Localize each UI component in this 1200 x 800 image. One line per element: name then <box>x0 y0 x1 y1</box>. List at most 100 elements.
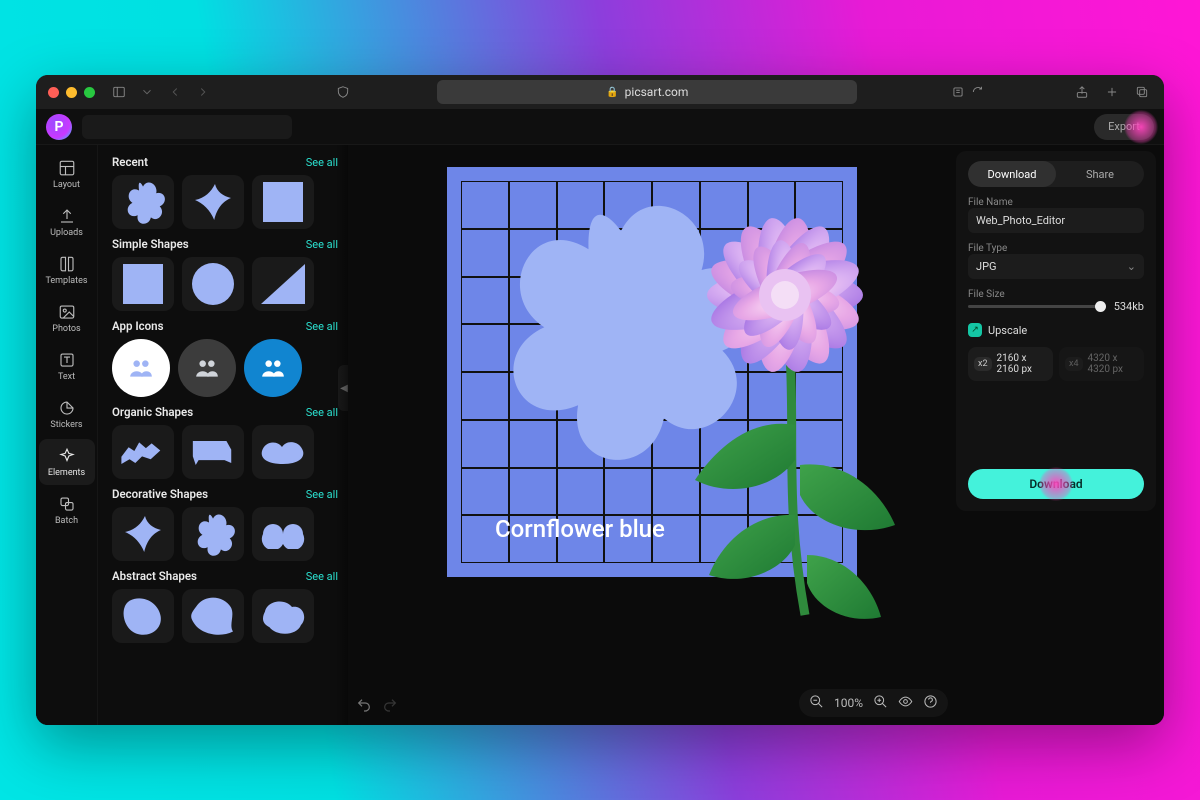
window-controls <box>48 87 95 98</box>
preview-button[interactable] <box>898 694 913 712</box>
upscale-mult: x2 <box>974 357 992 371</box>
zoom-in-button[interactable] <box>873 694 888 712</box>
canvas-area[interactable]: Cornflower blue <box>348 145 956 725</box>
rail-item-photos[interactable]: Photos <box>39 295 95 341</box>
panel-collapse-button[interactable]: ◀ <box>338 365 348 411</box>
category-abstract-shapes: Abstract Shapes See all <box>112 569 338 643</box>
category-decorative-shapes: Decorative Shapes See all <box>112 487 338 561</box>
element-tile[interactable] <box>252 175 314 229</box>
element-tile[interactable] <box>182 257 244 311</box>
undo-redo-group <box>356 697 398 717</box>
upscale-dim: 4320 x 4320 px <box>1088 353 1138 375</box>
browser-titlebar: 🔒 picsart.com <box>36 75 1164 109</box>
element-tile[interactable] <box>112 339 170 397</box>
file-name-input[interactable]: Web_Photo_Editor <box>968 208 1144 233</box>
close-window-button[interactable] <box>48 87 59 98</box>
category-simple-shapes: Simple Shapes See all <box>112 237 338 311</box>
file-size-label: File Size <box>968 289 1144 300</box>
reader-icon[interactable] <box>948 82 968 102</box>
upscale-mult: x4 <box>1065 357 1083 371</box>
browser-window: 🔒 picsart.com P Export Layout Uploads T <box>36 75 1164 725</box>
undo-button[interactable] <box>356 697 372 717</box>
category-title: Decorative Shapes <box>112 487 208 501</box>
workspace: Layout Uploads Templates Photos Text Sti… <box>36 145 1164 725</box>
rail-item-stickers[interactable]: Stickers <box>39 391 95 437</box>
element-tile[interactable] <box>112 175 174 229</box>
export-tabs: Download Share <box>968 161 1144 187</box>
forward-icon[interactable] <box>193 82 213 102</box>
elements-panel: Recent See all Simple Shapes See all <box>98 145 348 725</box>
chevron-down-icon: ⌄ <box>1127 260 1136 273</box>
rail-item-text[interactable]: Text <box>39 343 95 389</box>
rail-item-uploads[interactable]: Uploads <box>39 199 95 245</box>
element-tile[interactable] <box>112 425 174 479</box>
shield-icon[interactable] <box>333 82 353 102</box>
new-tab-icon[interactable] <box>1102 82 1122 102</box>
chevron-down-icon[interactable] <box>137 82 157 102</box>
url-host: picsart.com <box>625 85 689 99</box>
element-tile[interactable] <box>182 425 244 479</box>
minimize-window-button[interactable] <box>66 87 77 98</box>
flower-shape[interactable] <box>491 205 751 465</box>
sidebar-toggle-icon[interactable] <box>109 82 129 102</box>
search-input[interactable] <box>82 115 292 139</box>
tab-download[interactable]: Download <box>968 161 1056 187</box>
element-tile[interactable] <box>182 175 244 229</box>
category-title: App Icons <box>112 319 163 333</box>
app: P Export Layout Uploads Templates Photos… <box>36 109 1164 725</box>
see-all-link[interactable]: See all <box>306 406 338 419</box>
upscale-options: x2 2160 x 2160 px x4 4320 x 4320 px <box>968 347 1144 381</box>
lock-icon: 🔒 <box>606 87 618 98</box>
see-all-link[interactable]: See all <box>306 488 338 501</box>
share-icon[interactable] <box>1072 82 1092 102</box>
category-title: Abstract Shapes <box>112 569 197 583</box>
rail-item-batch[interactable]: Batch <box>39 487 95 533</box>
upscale-dim: 2160 x 2160 px <box>997 353 1047 375</box>
file-type-select[interactable]: JPG ⌄ <box>968 254 1144 279</box>
element-tile[interactable] <box>112 589 174 643</box>
category-app-icons: App Icons See all <box>112 319 338 397</box>
element-tile[interactable] <box>178 339 236 397</box>
element-tile[interactable] <box>182 589 244 643</box>
upscale-option-4x[interactable]: x4 4320 x 4320 px <box>1059 347 1144 381</box>
canvas-text[interactable]: Cornflower blue <box>495 515 665 543</box>
help-button[interactable] <box>923 694 938 712</box>
zoom-out-button[interactable] <box>809 694 824 712</box>
category-title: Organic Shapes <box>112 405 193 419</box>
maximize-window-button[interactable] <box>84 87 95 98</box>
tab-share[interactable]: Share <box>1056 161 1144 187</box>
element-tile[interactable] <box>252 507 314 561</box>
reload-icon[interactable] <box>968 82 988 102</box>
export-button[interactable]: Export <box>1094 114 1154 140</box>
see-all-link[interactable]: See all <box>306 156 338 169</box>
tool-rail: Layout Uploads Templates Photos Text Sti… <box>36 145 98 725</box>
element-tile[interactable] <box>252 425 314 479</box>
app-logo[interactable]: P <box>46 114 72 140</box>
category-recent: Recent See all <box>112 155 338 229</box>
redo-button[interactable] <box>382 697 398 717</box>
zoom-value: 100% <box>834 696 863 710</box>
element-tile[interactable] <box>252 589 314 643</box>
rail-item-templates[interactable]: Templates <box>39 247 95 293</box>
tabs-icon[interactable] <box>1132 82 1152 102</box>
file-type-label: File Type <box>968 243 1144 254</box>
category-title: Recent <box>112 155 148 169</box>
see-all-link[interactable]: See all <box>306 320 338 333</box>
back-icon[interactable] <box>165 82 185 102</box>
zoom-controls: 100% <box>799 689 948 717</box>
see-all-link[interactable]: See all <box>306 238 338 251</box>
url-bar[interactable]: 🔒 picsart.com <box>437 80 857 104</box>
download-button[interactable]: Download <box>968 469 1144 499</box>
see-all-link[interactable]: See all <box>306 570 338 583</box>
element-tile[interactable] <box>182 507 244 561</box>
rail-item-elements[interactable]: Elements <box>39 439 95 485</box>
element-tile[interactable] <box>244 339 302 397</box>
upscale-option-2x[interactable]: x2 2160 x 2160 px <box>968 347 1053 381</box>
element-tile[interactable] <box>252 257 314 311</box>
element-tile[interactable] <box>112 257 174 311</box>
category-title: Simple Shapes <box>112 237 189 251</box>
rail-item-layout[interactable]: Layout <box>39 151 95 197</box>
element-tile[interactable] <box>112 507 174 561</box>
file-size-slider[interactable] <box>968 305 1106 308</box>
artboard[interactable]: Cornflower blue <box>447 167 857 577</box>
